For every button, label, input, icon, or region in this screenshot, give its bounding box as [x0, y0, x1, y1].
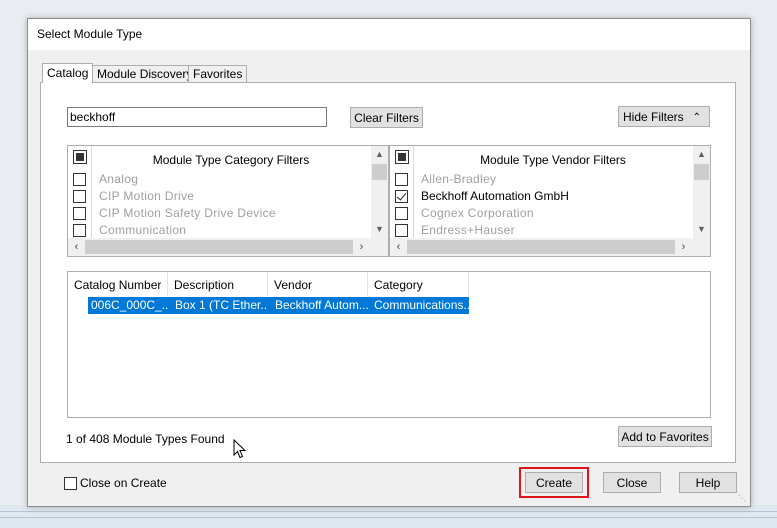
scroll-up-icon[interactable]: ▲ — [371, 146, 388, 163]
category-filter-header: Module Type Category Filters — [68, 146, 370, 172]
category-filter-label: Analog — [99, 172, 139, 186]
vendor-filter-label: Allen-Bradley — [421, 172, 497, 186]
category-checkbox[interactable] — [73, 190, 86, 203]
cell-category: Communications... — [374, 298, 469, 312]
vendor-vertical-scrollbar[interactable]: ▲ ▼ — [693, 146, 710, 238]
vendor-filter-list: Module Type Vendor Filters Allen-Bradley… — [389, 145, 711, 257]
category-filter-item[interactable]: Analog — [68, 171, 368, 188]
tab-favorites[interactable]: Favorites — [188, 65, 248, 82]
close-on-create-label: Close on Create — [80, 476, 167, 490]
column-header-vendor[interactable]: Vendor — [268, 272, 368, 296]
scroll-down-icon[interactable]: ▼ — [371, 221, 388, 238]
vendor-checkbox[interactable] — [395, 190, 408, 203]
cell-description: Box 1 (TC Ether... — [175, 298, 268, 312]
vendor-filter-item[interactable]: Beckhoff Automation GmbH — [390, 188, 690, 205]
category-filter-item[interactable]: Communication — [68, 222, 368, 239]
category-filter-label: CIP Motion Drive — [99, 189, 195, 203]
hide-filters-button[interactable]: Hide Filters ⌃ — [618, 106, 710, 127]
vendor-checkbox[interactable] — [395, 224, 408, 237]
tab-module-discovery[interactable]: Module Discovery — [92, 65, 198, 82]
clear-filters-button[interactable]: Clear Filters — [350, 107, 423, 128]
scroll-thumb[interactable] — [407, 240, 675, 254]
vendor-checkbox[interactable] — [395, 207, 408, 220]
background-window-strip — [0, 505, 777, 528]
category-filter-title: Module Type Category Filters — [152, 153, 310, 167]
scroll-up-icon[interactable]: ▲ — [693, 146, 710, 163]
table-row[interactable]: 006C_000C_... Box 1 (TC Ether... Beckhof… — [88, 297, 469, 314]
results-count-status: 1 of 408 Module Types Found — [66, 432, 225, 446]
mouse-pointer-icon — [233, 439, 247, 459]
scroll-left-icon[interactable]: ‹ — [390, 238, 407, 256]
scroll-left-icon[interactable]: ‹ — [68, 238, 85, 256]
title-bar: Select Module Type — [28, 19, 750, 50]
column-header-catalog-number[interactable]: Catalog Number — [68, 272, 168, 296]
category-filter-item[interactable]: CIP Motion Drive — [68, 188, 368, 205]
cell-vendor: Beckhoff Autom... — [275, 298, 368, 312]
category-filter-list: Module Type Category Filters Analog CIP … — [67, 145, 389, 257]
select-module-type-dialog: Select Module Type Catalog Module Discov… — [27, 18, 751, 507]
vendor-filter-label: Beckhoff Automation GmbH — [421, 189, 569, 203]
category-horizontal-scrollbar[interactable]: ‹ › — [68, 238, 388, 256]
vendor-filter-header: Module Type Vendor Filters — [390, 146, 692, 172]
vendor-filter-item[interactable]: Allen-Bradley — [390, 171, 690, 188]
cell-catalog-number: 006C_000C_... — [91, 298, 168, 312]
category-filter-item[interactable]: CIP Motion Safety Drive Device — [68, 205, 368, 222]
scroll-right-icon[interactable]: › — [675, 238, 692, 256]
window-title: Select Module Type — [37, 27, 143, 41]
column-header-category[interactable]: Category — [368, 272, 469, 296]
scroll-thumb[interactable] — [372, 164, 387, 180]
catalog-panel: Clear Filters Hide Filters ⌃ Module Type… — [40, 82, 736, 463]
vendor-filter-title: Module Type Vendor Filters — [480, 153, 626, 167]
column-header-description[interactable]: Description — [168, 272, 268, 296]
vendor-horizontal-scrollbar[interactable]: ‹ › — [390, 238, 710, 256]
vendor-filter-item[interactable]: Endress+Hauser — [390, 222, 690, 239]
category-filter-label: CIP Motion Safety Drive Device — [99, 206, 276, 220]
scroll-thumb[interactable] — [694, 164, 709, 180]
help-button[interactable]: Help — [679, 472, 737, 493]
resize-grip-icon[interactable]: ⋱ — [738, 494, 748, 504]
category-filter-label: Communication — [99, 223, 187, 237]
vendor-filter-item[interactable]: Cognex Corporation — [390, 205, 690, 222]
scroll-right-icon[interactable]: › — [353, 238, 370, 256]
add-to-favorites-button[interactable]: Add to Favorites — [618, 426, 712, 447]
create-button[interactable]: Create — [525, 472, 583, 493]
category-vertical-scrollbar[interactable]: ▲ ▼ — [371, 146, 388, 238]
category-checkbox[interactable] — [73, 224, 86, 237]
chevron-up-icon: ⌃ — [692, 112, 701, 123]
category-checkbox[interactable] — [73, 207, 86, 220]
hide-filters-label: Hide Filters — [623, 110, 684, 124]
close-button[interactable]: Close — [603, 472, 661, 493]
module-results-list[interactable]: Catalog Number Description Vendor Catego… — [67, 271, 711, 418]
tab-catalog[interactable]: Catalog — [42, 63, 94, 83]
scroll-thumb[interactable] — [85, 240, 353, 254]
vendor-filter-label: Cognex Corporation — [421, 206, 534, 220]
vendor-checkbox[interactable] — [395, 173, 408, 186]
close-on-create-checkbox[interactable] — [64, 477, 77, 490]
category-checkbox[interactable] — [73, 173, 86, 186]
search-input[interactable] — [67, 107, 327, 127]
scroll-down-icon[interactable]: ▼ — [693, 221, 710, 238]
vendor-filter-label: Endress+Hauser — [421, 223, 515, 237]
